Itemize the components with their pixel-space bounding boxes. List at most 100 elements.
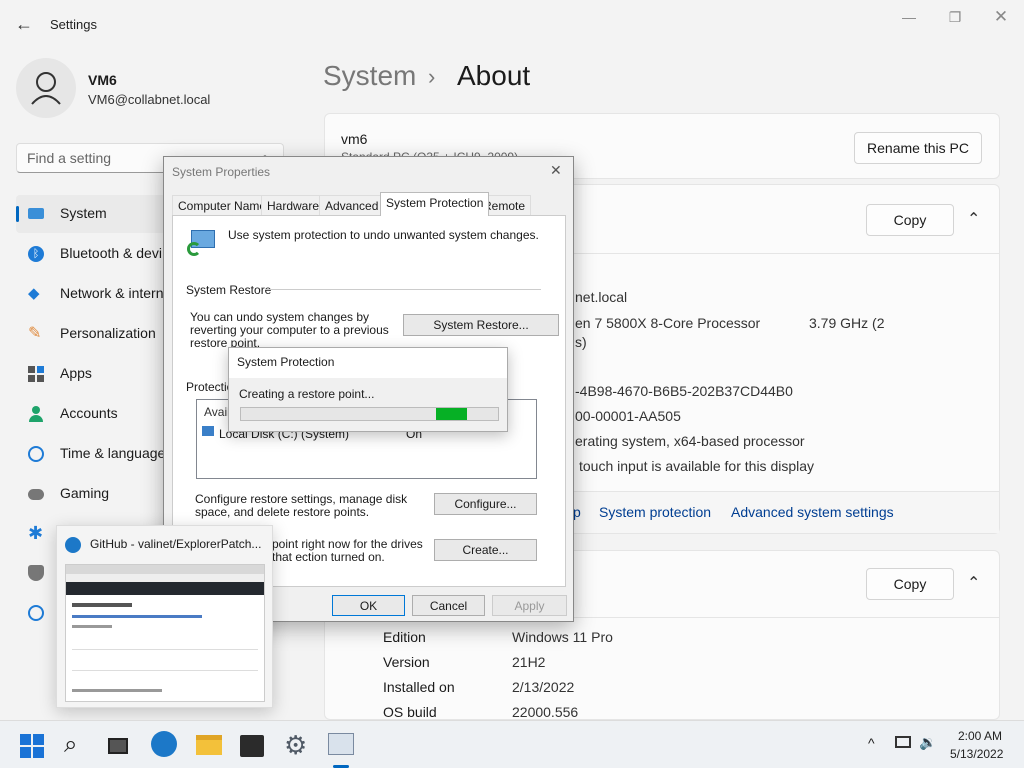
edge-icon <box>65 537 81 553</box>
maximize-button[interactable]: ❐ <box>932 6 978 28</box>
clock-date[interactable]: 5/13/2022 <box>950 747 1003 761</box>
spec-value: Windows 11 Pro <box>512 629 613 645</box>
device-name: vm6 <box>341 131 368 147</box>
progress-body: Creating a restore point... <box>229 378 507 431</box>
dialog-title: System Properties <box>172 165 271 179</box>
progress-title: System Protection <box>237 355 335 369</box>
tab-advanced[interactable]: Advanced <box>319 195 385 215</box>
spec-value: net.local <box>575 289 628 305</box>
minimize-button[interactable]: — <box>886 6 932 28</box>
spec-value: 21H2 <box>512 654 546 670</box>
spec-value: erating system, x64-based processor <box>575 433 805 449</box>
system-protection-icon <box>187 226 217 256</box>
drive-icon <box>202 426 214 436</box>
user-name: VM6 <box>88 72 117 88</box>
system-properties-app-icon[interactable] <box>328 733 354 755</box>
thumbnail-title: GitHub - valinet/ExplorerPatch... <box>90 537 262 551</box>
system-protection-link[interactable]: System protection <box>599 504 711 520</box>
spec-value: s) <box>575 334 587 350</box>
accessibility-icon[interactable]: ✱ <box>28 523 43 544</box>
gamepad-icon <box>28 489 44 500</box>
progress-bar <box>240 407 499 421</box>
sidebar-item-label: Apps <box>60 365 92 381</box>
spec-value: 22000.556 <box>512 704 579 720</box>
brush-icon: ✎ <box>28 325 42 342</box>
spec-value: touch input is available for this displa… <box>579 458 815 474</box>
intro-text: Use system protection to undo unwanted s… <box>228 228 539 242</box>
ok-button[interactable]: OK <box>332 595 405 616</box>
app-title: Settings <box>50 17 97 32</box>
spec-value: en 7 5800X 8-Core Processor <box>575 315 761 331</box>
chevron-up-icon[interactable]: ^ <box>868 735 875 751</box>
apply-button[interactable]: Apply <box>492 595 567 616</box>
volume-icon[interactable]: 🔉 <box>919 734 936 751</box>
settings-icon[interactable]: ⚙ <box>284 731 312 759</box>
network-icon[interactable] <box>895 736 911 748</box>
user-email: VM6@collabnet.local <box>88 92 211 107</box>
clock-icon <box>28 446 44 462</box>
spec-label: Installed on <box>383 679 455 695</box>
cancel-button[interactable]: Cancel <box>412 595 485 616</box>
spec-value: 00-00001-AA505 <box>575 408 681 424</box>
related-link[interactable]: p <box>573 504 581 520</box>
spec-value: 3.79 GHz (2 <box>809 315 885 331</box>
rename-pc-button[interactable]: Rename this PC <box>854 132 982 164</box>
copy-button[interactable]: Copy <box>866 204 954 236</box>
start-icon[interactable] <box>20 734 44 758</box>
back-button[interactable]: ← <box>12 12 36 36</box>
close-button[interactable]: ✕ <box>978 6 1024 28</box>
person-icon <box>31 72 61 105</box>
group-label: System Restore <box>186 283 272 297</box>
title-bar: ← Settings — ❐ ✕ <box>0 0 1024 48</box>
chevron-up-icon[interactable]: ⌃ <box>967 209 980 229</box>
spec-label: Edition <box>383 629 426 645</box>
spec-label: OS build <box>383 704 437 720</box>
bluetooth-icon: ᛒ <box>28 246 44 262</box>
progress-message: Creating a restore point... <box>239 387 375 401</box>
system-restore-button[interactable]: System Restore... <box>403 314 559 336</box>
copy-button[interactable]: Copy <box>866 568 954 600</box>
search-icon[interactable]: ⌕ <box>64 731 92 759</box>
system-protection-progress-dialog: System Protection Creating a restore poi… <box>228 347 508 432</box>
search-input[interactable]: Find a setting <box>27 150 111 166</box>
taskbar: ⌕ ⚙ ^ 🔉 2:00 AM 5/13/2022 <box>0 720 1024 768</box>
tab-hardware[interactable]: Hardware <box>261 195 326 215</box>
tab-system-protection[interactable]: System Protection <box>380 192 490 216</box>
selection-indicator <box>16 206 19 222</box>
sidebar-item-label: Network & intern <box>60 285 164 301</box>
update-icon[interactable] <box>28 605 44 621</box>
shield-icon[interactable] <box>28 565 44 581</box>
configure-button[interactable]: Configure... <box>434 493 537 515</box>
thumbnail-preview <box>65 564 265 702</box>
edge-icon[interactable] <box>151 731 177 757</box>
sidebar-item-label: Accounts <box>60 405 118 421</box>
task-view-icon[interactable] <box>108 738 128 754</box>
configure-description: Configure restore settings, manage disk … <box>195 492 408 519</box>
breadcrumb-parent[interactable]: System <box>323 60 416 92</box>
store-icon[interactable] <box>240 735 264 757</box>
spec-value: 2/13/2022 <box>512 679 575 695</box>
avatar[interactable] <box>16 58 76 118</box>
monitor-icon <box>28 208 44 219</box>
sidebar-item-label: System <box>60 205 107 221</box>
taskbar-thumbnail[interactable]: GitHub - valinet/ExplorerPatch... <box>56 525 273 708</box>
clock-time[interactable]: 2:00 AM <box>958 729 1002 743</box>
sidebar-item-label: Time & language <box>60 445 166 461</box>
wifi-icon: ◆ <box>28 285 40 302</box>
tab-computer-name[interactable]: Computer Name <box>172 195 273 215</box>
restore-description: You can undo system changes by reverting… <box>190 310 389 350</box>
create-button[interactable]: Create... <box>434 539 537 561</box>
file-explorer-icon[interactable] <box>196 735 222 755</box>
sidebar-item-label: Bluetooth & devi <box>60 245 162 261</box>
accounts-icon <box>28 406 44 422</box>
page-title: About <box>457 60 531 91</box>
sidebar-item-label: Personalization <box>60 325 156 341</box>
chevron-up-icon[interactable]: ⌃ <box>967 573 980 593</box>
apps-icon <box>28 366 44 382</box>
close-icon[interactable]: ✕ <box>550 162 562 179</box>
spec-value: -4B98-4670-B6B5-202B37CD44B0 <box>575 383 793 399</box>
create-description: point right now for the drives that ecti… <box>272 537 423 564</box>
advanced-settings-link[interactable]: Advanced system settings <box>731 504 894 520</box>
spec-label: Version <box>383 654 430 670</box>
sidebar-item-label: Gaming <box>60 485 110 501</box>
